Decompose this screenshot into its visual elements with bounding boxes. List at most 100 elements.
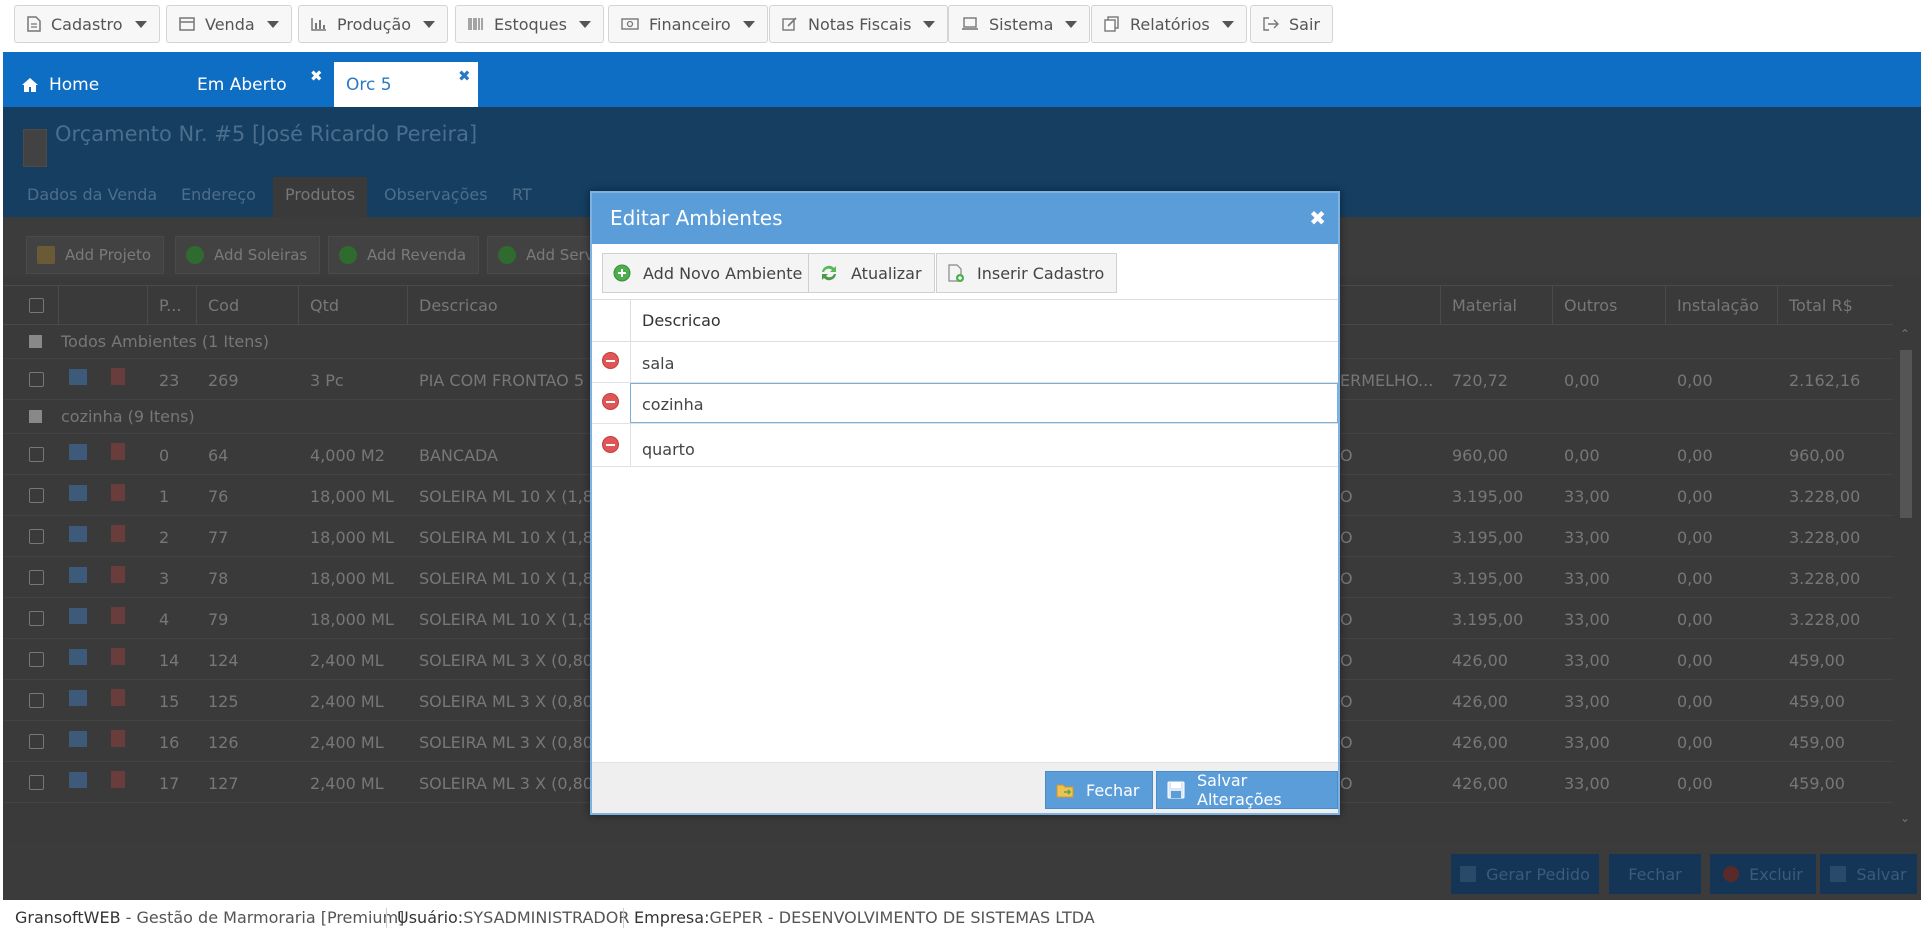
menu-sair[interactable]: Sair [1250,5,1333,43]
detail-item-icon[interactable] [111,730,125,747]
tab-home[interactable]: Home [21,62,181,107]
scroll-up-icon[interactable]: ⌃ [1900,327,1910,341]
select-all-checkbox[interactable] [29,298,44,313]
add-new-environment-button[interactable]: Add Novo Ambiente [602,253,816,293]
menu-notas-fiscais[interactable]: Notas Fiscais [769,5,949,43]
close-tab-icon[interactable]: ✖ [458,67,471,85]
edit-item-icon[interactable] [69,526,87,542]
edit-item-icon[interactable] [69,731,87,747]
detail-item-icon[interactable] [111,648,125,665]
button-label: Add Projeto [65,246,152,264]
detail-item-icon[interactable] [111,443,125,460]
caret-down-icon [923,20,936,28]
col-header-p[interactable]: P... [159,296,181,315]
collapse-icon[interactable] [29,335,42,348]
subtab-rt[interactable]: RT [512,185,532,204]
col-header-descricao[interactable]: Descricao [642,311,721,330]
cell-mid: O [1340,528,1353,547]
edit-item-icon[interactable] [69,649,87,665]
tab-em-aberto[interactable]: Em Aberto [197,62,327,107]
delete-icon[interactable] [602,393,619,410]
add-projeto-button[interactable]: Add Projeto [26,236,165,274]
detail-item-icon[interactable] [111,771,125,788]
save-changes-button[interactable]: Salvar Alterações [1156,771,1338,809]
edit-item-icon[interactable] [69,772,87,788]
detail-item-icon[interactable] [111,484,125,501]
edit-item-icon[interactable] [69,690,87,706]
menu-cadastro[interactable]: Cadastro [14,5,160,43]
menu-venda[interactable]: Venda [166,5,292,43]
detail-item-icon[interactable] [111,525,125,542]
row-checkbox[interactable] [29,447,44,462]
edit-item-icon[interactable] [69,369,87,385]
collapse-icon[interactable] [29,410,42,423]
scroll-down-icon[interactable]: ⌄ [1900,811,1910,825]
menu-sistema[interactable]: Sistema [948,5,1091,43]
subtab-observacoes[interactable]: Observações [384,185,488,204]
menu-financeiro[interactable]: Financeiro [608,5,768,43]
button-label: Excluir [1749,864,1803,884]
detail-item-icon[interactable] [111,689,125,706]
row-checkbox[interactable] [29,775,44,790]
subtab-dados-venda[interactable]: Dados da Venda [27,185,157,204]
insert-register-button[interactable]: Inserir Cadastro [936,253,1118,293]
environment-name[interactable]: sala [642,354,674,373]
edit-item-icon[interactable] [69,608,87,624]
delete-icon[interactable] [602,352,619,369]
detail-item-icon[interactable] [111,607,125,624]
status-bar: GransoftWEB - Gestão de Marmoraria [Prem… [0,900,1921,936]
scroll-thumb[interactable] [1900,350,1912,518]
close-dialog-button[interactable]: Fechar [1045,771,1153,809]
row-checkbox[interactable] [29,734,44,749]
plus-circle-icon [186,246,204,264]
add-servico-button[interactable]: Add Serv [487,236,607,274]
environment-row[interactable]: quarto [592,424,1338,467]
excluir-button[interactable]: Excluir [1710,854,1816,894]
delete-icon[interactable] [602,436,619,453]
close-icon[interactable]: ✖ [1309,206,1326,230]
col-header-instalacao[interactable]: Instalação [1677,296,1759,315]
environment-name[interactable]: quarto [642,440,695,459]
gerar-pedido-button[interactable]: Gerar Pedido [1451,854,1599,894]
row-checkbox[interactable] [29,570,44,585]
col-header-cod[interactable]: Cod [208,296,239,315]
edit-cell-highlight[interactable] [630,383,1338,423]
cell-instal: 0,00 [1677,651,1713,670]
edit-item-icon[interactable] [69,485,87,501]
row-checkbox[interactable] [29,652,44,667]
cell-total: 3.228,00 [1789,569,1861,588]
col-header-descricao[interactable]: Descricao [419,296,498,315]
close-tab-icon[interactable]: ✖ [310,67,323,85]
edit-item-icon[interactable] [69,444,87,460]
environment-name[interactable]: cozinha [642,395,704,414]
detail-item-icon[interactable] [111,566,125,583]
tab-orc-5[interactable]: Orc 5 ✖ [334,62,478,107]
refresh-button[interactable]: Atualizar [808,253,935,293]
row-checkbox[interactable] [29,372,44,387]
salvar-page-button[interactable]: Salvar [1820,854,1917,894]
fechar-page-button[interactable]: Fechar [1609,854,1701,894]
row-checkbox[interactable] [29,611,44,626]
grid-scrollbar[interactable]: ⌃ ⌄ [1896,325,1916,830]
subtab-endereco[interactable]: Endereço [181,185,256,204]
detail-item-icon[interactable] [111,368,125,385]
row-checkbox[interactable] [29,488,44,503]
col-header-total[interactable]: Total R$ [1789,296,1853,315]
add-soleiras-button[interactable]: Add Soleiras [175,236,321,274]
environment-row[interactable]: sala [592,342,1338,383]
col-header-material[interactable]: Material [1452,296,1517,315]
row-checkbox[interactable] [29,693,44,708]
row-checkbox[interactable] [29,529,44,544]
menu-estoques[interactable]: Estoques [455,5,604,43]
col-header-qtd[interactable]: Qtd [310,296,339,315]
edit-item-icon[interactable] [69,567,87,583]
menu-relatorios[interactable]: Relatórios [1091,5,1247,43]
copy-icon [1104,16,1120,32]
add-revenda-button[interactable]: Add Revenda [328,236,480,274]
button-label: Inserir Cadastro [977,263,1105,283]
add-projeto-button[interactable] [23,129,47,167]
subtab-produtos[interactable]: Produtos [273,177,368,217]
menu-producao[interactable]: Produção [298,5,449,43]
environment-row[interactable]: cozinha [592,383,1338,424]
col-header-outros[interactable]: Outros [1564,296,1617,315]
